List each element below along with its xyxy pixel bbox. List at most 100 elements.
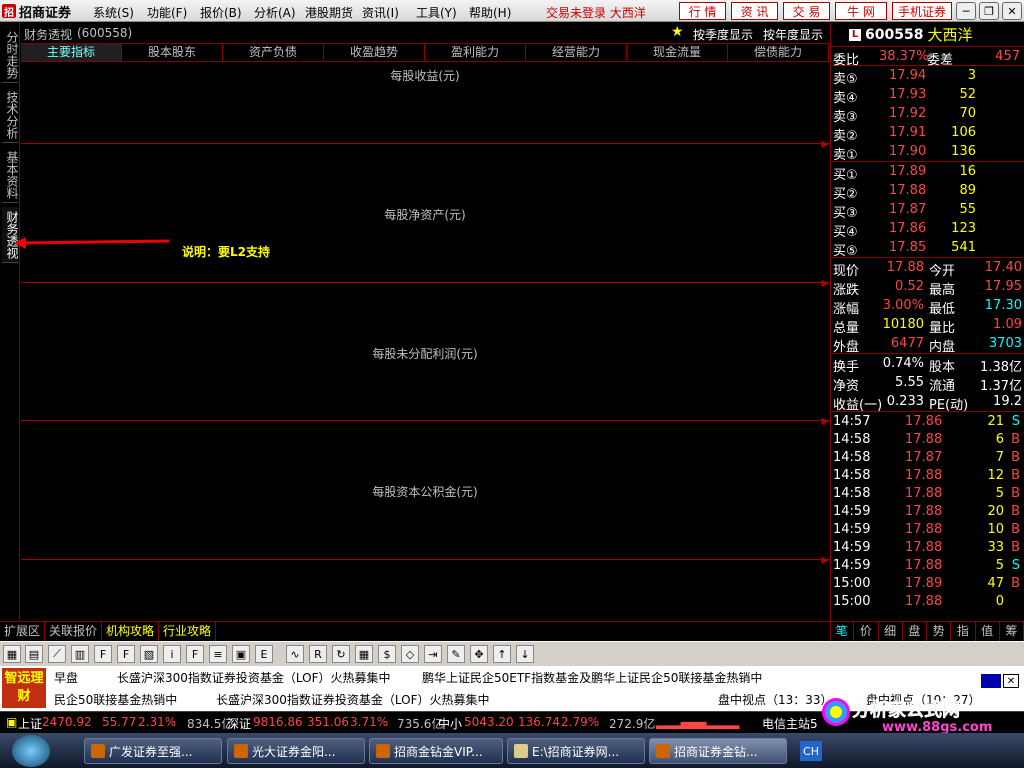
news-button[interactable]: 资 讯 [731, 2, 778, 20]
trade-button[interactable]: 交 易 [783, 2, 830, 20]
rsi-icon[interactable]: R [309, 645, 327, 663]
right-tabs: 笔价细盘势指值筹 [830, 621, 1024, 641]
report-icon[interactable]: ▧ [140, 645, 158, 663]
candle-icon[interactable]: ▥ [71, 645, 89, 663]
tick-side: B [1011, 540, 1020, 555]
tab-related-quotes[interactable]: 关联报价 [45, 622, 103, 641]
tab-profitability[interactable]: 盈利能力 [425, 44, 526, 61]
order-volume: 106 [951, 125, 976, 140]
diff-value: 457 [995, 49, 1020, 64]
tick-volume: 20 [987, 504, 1004, 519]
refresh-icon[interactable]: ↻ [332, 645, 350, 663]
mobile-securities-button[interactable]: 手机证券 [892, 2, 952, 20]
info-icon[interactable]: i [163, 645, 181, 663]
close-news-icon[interactable]: ✕ [1003, 674, 1019, 688]
arrow-down-icon[interactable]: ↓ [516, 645, 534, 663]
tab-institution-strategy[interactable]: 机构攻略 [102, 622, 160, 641]
right-tab[interactable]: 笔 [830, 622, 855, 641]
menu-info[interactable]: 资讯(I) [362, 4, 399, 21]
pencil-icon[interactable]: ✎ [447, 645, 465, 663]
wave-icon[interactable]: ∿ [286, 645, 304, 663]
news-item[interactable]: 早盘 [54, 669, 78, 686]
tab-fundamentals[interactable]: 基本资料 [2, 147, 19, 203]
menu-analysis[interactable]: 分析(A) [254, 4, 296, 21]
quote-panel: L 600558 大西洋 委比 38.37% 委差 457 卖⑤ 17.94 3 卖④… [830, 23, 1024, 641]
sell-order-row: 卖① 17.90 136 [831, 142, 1024, 163]
news-item[interactable]: 长盛沪深300指数证券投资基金（LOF）火热募集中 [117, 669, 391, 686]
menu-tools[interactable]: 工具(Y) [416, 4, 457, 21]
restore-icon[interactable]: ❐ [979, 2, 999, 20]
tab-key-indicators[interactable]: 主要指标 [21, 44, 122, 61]
grid-icon[interactable]: ▤ [25, 645, 43, 663]
menu-function[interactable]: 功能(F) [147, 4, 187, 21]
right-tab[interactable]: 筹 [1000, 622, 1024, 641]
right-tab[interactable]: 价 [854, 622, 879, 641]
tab-balance-sheet[interactable]: 资产负债 [223, 44, 324, 61]
quote-value: 17.30 [984, 298, 1022, 313]
arrow-up-icon[interactable]: ↑ [493, 645, 511, 663]
news-item[interactable]: 长盛沪深300指数证券投资基金（LOF）火热募集中 [216, 691, 490, 708]
quote-row: 现价 17.88 今开 17.40 [831, 258, 1024, 279]
ime-indicator[interactable]: CH [800, 741, 822, 761]
right-tab[interactable]: 细 [879, 622, 903, 641]
zx-change: 136.74 [518, 715, 560, 729]
login-status: 交易未登录 大西洋 [546, 6, 646, 20]
calc-icon[interactable]: ▣ [232, 645, 250, 663]
tab-cash-flow[interactable]: 现金流量 [627, 44, 728, 61]
minimize-icon[interactable]: ─ [956, 2, 976, 20]
menu-quote[interactable]: 报价(B) [200, 4, 242, 21]
close-icon[interactable]: ✕ [1002, 2, 1022, 20]
taskbar-item[interactable]: E:\招商证券网... [507, 738, 645, 764]
move-icon[interactable]: ✥ [470, 645, 488, 663]
tab-solvency[interactable]: 偿债能力 [728, 44, 829, 61]
quote-button[interactable]: 行 情 [679, 2, 726, 20]
export-icon[interactable]: ⇥ [424, 645, 442, 663]
fundamental-stats: 换手 0.74% 股本 1.38亿 净资 5.55 流通 1.37亿 收益(一) 0.233 PE(… [831, 354, 1024, 413]
dollar-icon[interactable]: $ [378, 645, 396, 663]
tab-income-trend[interactable]: 收盈趋势 [324, 44, 425, 61]
niu-net-button[interactable]: 牛 网 [835, 2, 887, 20]
quarter-display-toggle[interactable]: 按季度显示 [693, 26, 753, 43]
list-icon[interactable]: ≡ [209, 645, 227, 663]
menu-help[interactable]: 帮助(H) [469, 4, 511, 21]
sell-orders: 卖⑤ 17.94 3 卖④ 17.93 52 卖③ 17.92 70 卖② 17.91 106 卖① 17… [831, 66, 1024, 163]
taskbar-item[interactable]: 招商金钻金VIP... [369, 738, 503, 764]
quote-value: 10180 [882, 317, 924, 332]
news-item[interactable]: 民企50联接基金热销中 [54, 691, 177, 708]
f10-icon[interactable]: F [117, 645, 135, 663]
menu-system[interactable]: 系统(S) [93, 4, 134, 21]
chart-icon[interactable]: ▦ [3, 645, 21, 663]
tag-icon[interactable]: ◇ [401, 645, 419, 663]
tab-technical[interactable]: 技术分析 [2, 87, 19, 143]
info-label: PE(动) [929, 398, 969, 413]
etf-icon[interactable]: E [255, 645, 273, 663]
news-item[interactable]: 鹏华上证民企50ETF指数基金及鹏华上证民企50联接基金热销中 [422, 669, 762, 686]
tab-operating[interactable]: 经营能力 [526, 44, 627, 61]
f9-icon[interactable]: F [94, 645, 112, 663]
taskbar-item[interactable]: 招商证券金钻... [649, 738, 787, 764]
news-item[interactable]: 盘中视点（13：33） [718, 691, 833, 708]
tick-price: 17.88 [905, 594, 943, 609]
app-icon [656, 744, 670, 758]
start-button-icon[interactable] [12, 735, 50, 767]
tab-intraday[interactable]: 分时走势 [2, 27, 19, 83]
taskbar-item[interactable]: 光大证券金阳... [227, 738, 365, 764]
order-volume: 16 [959, 164, 976, 179]
right-tab[interactable]: 指 [951, 622, 976, 641]
taskbar-item[interactable]: 广发证券至强... [84, 738, 222, 764]
tab-share-capital[interactable]: 股本股东 [122, 44, 223, 61]
server-label[interactable]: 电信主站5 [762, 715, 818, 732]
year-display-toggle[interactable]: 按年度显示 [763, 26, 823, 43]
table-icon[interactable]: ▦ [355, 645, 373, 663]
tab-extension[interactable]: 扩展区 [0, 622, 46, 641]
right-tab[interactable]: 势 [927, 622, 952, 641]
order-label: 买⑤ [833, 244, 858, 259]
right-tab[interactable]: 盘 [903, 622, 927, 641]
right-tab[interactable]: 值 [976, 622, 1000, 641]
line-chart-icon[interactable]: ⟋ [48, 645, 66, 663]
eps-section: 每股收益(元) ▶ [21, 62, 829, 150]
tab-industry-strategy[interactable]: 行业攻略 [159, 622, 217, 641]
tick-side: S [1011, 414, 1020, 429]
menu-hk-futures[interactable]: 港股期货 [305, 4, 353, 21]
f12-icon[interactable]: F [186, 645, 204, 663]
